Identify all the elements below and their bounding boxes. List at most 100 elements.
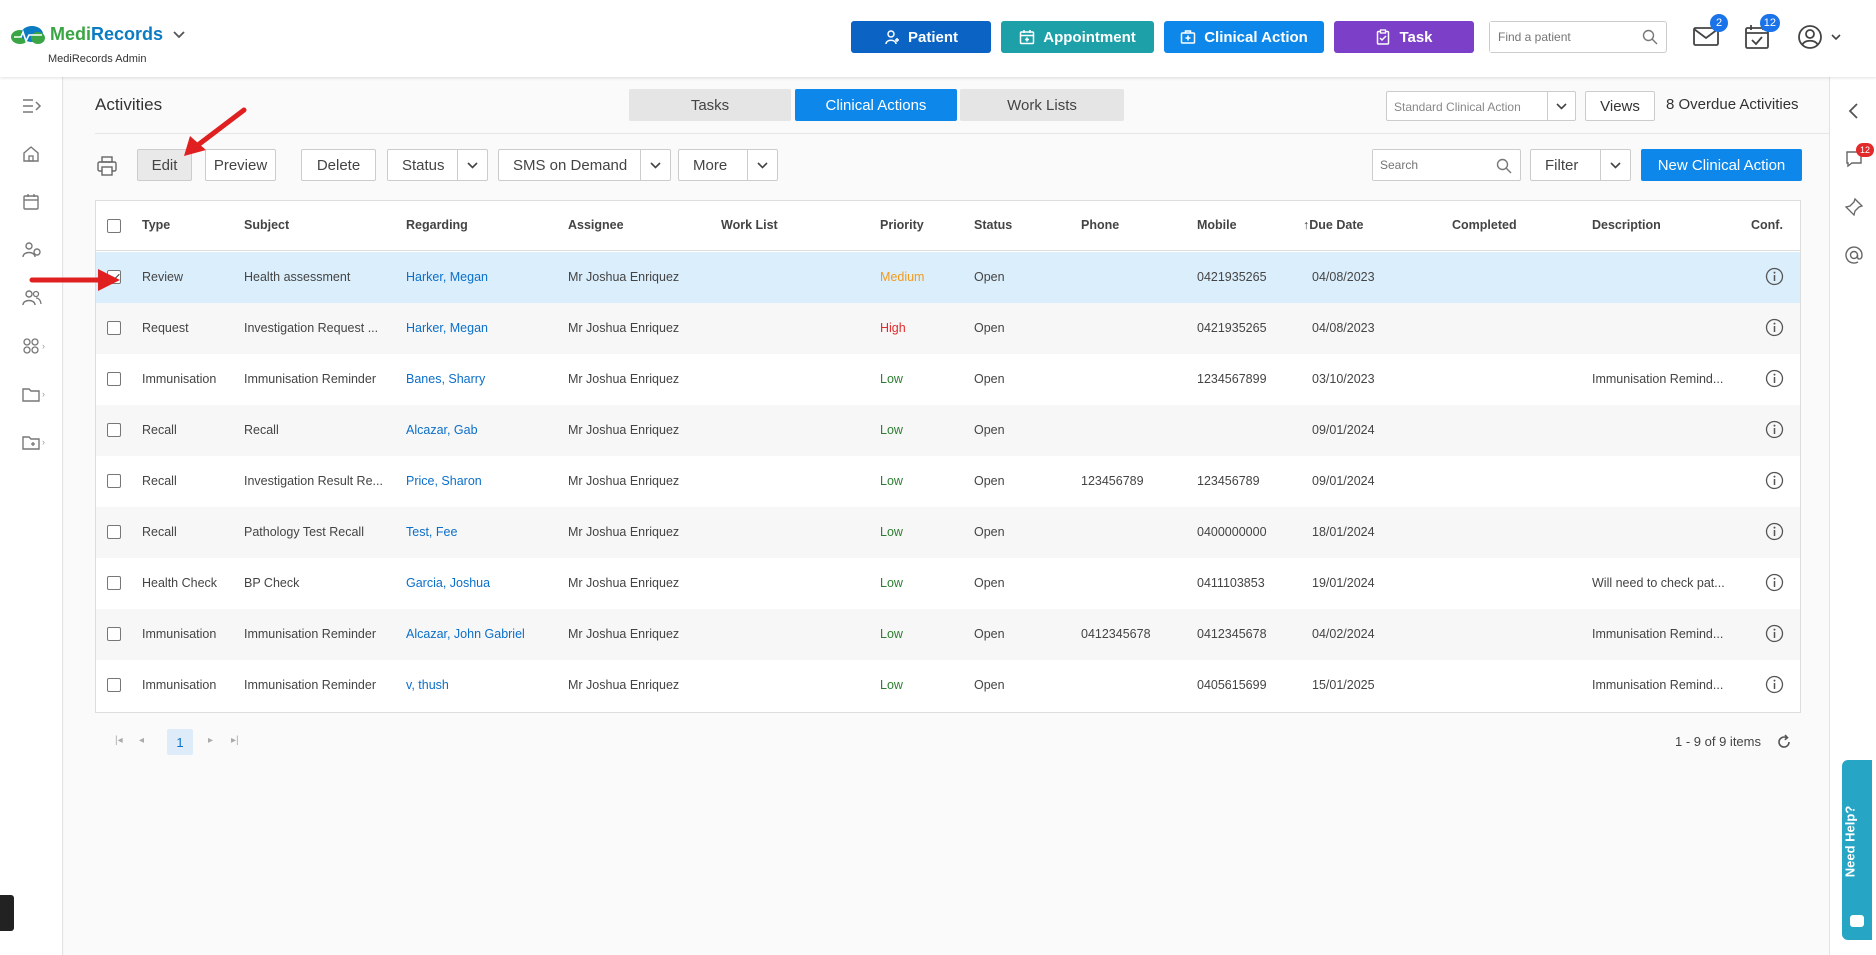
find-patient-input[interactable]	[1490, 22, 1630, 52]
col-status[interactable]: Status	[974, 218, 1012, 232]
app-logo[interactable]: MediRecords	[10, 24, 185, 45]
col-priority[interactable]: Priority	[880, 218, 924, 232]
collapse-panel-icon[interactable]	[1844, 101, 1866, 123]
print-icon[interactable]	[96, 155, 118, 177]
calendar-tasks-button[interactable]: 12	[1744, 14, 1780, 54]
row-checkbox[interactable]	[107, 423, 121, 437]
cell-regarding[interactable]: Harker, Megan	[406, 321, 488, 335]
chevron-down-icon[interactable]	[1547, 92, 1575, 120]
info-icon[interactable]	[1765, 522, 1784, 541]
table-row[interactable]: Health Check BP Check Garcia, Joshua Mr Jos…	[96, 558, 1800, 609]
row-checkbox[interactable]	[107, 525, 121, 539]
select-all-checkbox[interactable]	[107, 219, 121, 233]
row-checkbox[interactable]	[107, 321, 121, 335]
table-row[interactable]: Request Investigation Request ... Harker, …	[96, 303, 1800, 354]
need-help-button[interactable]: Need Help?	[1842, 760, 1872, 940]
expand-sidebar-icon[interactable]	[22, 95, 50, 117]
new-task-button[interactable]: Task	[1334, 21, 1474, 53]
tab-tasks[interactable]: Tasks	[629, 89, 791, 121]
info-icon[interactable]	[1765, 624, 1784, 643]
row-checkbox[interactable]	[107, 678, 121, 692]
chevron-down-icon[interactable]	[457, 150, 487, 180]
col-type[interactable]: Type	[142, 218, 170, 232]
find-patient-field[interactable]	[1489, 21, 1667, 53]
views-button[interactable]: Views	[1585, 91, 1655, 121]
user-menu-button[interactable]	[1797, 24, 1843, 54]
info-icon[interactable]	[1765, 675, 1784, 694]
info-icon[interactable]	[1765, 267, 1784, 286]
info-icon[interactable]	[1765, 369, 1784, 388]
more-dropdown[interactable]: More	[678, 149, 778, 181]
clinical-icon[interactable]	[22, 239, 50, 261]
first-page-icon[interactable]: |◂	[115, 735, 123, 746]
table-row[interactable]: Recall Pathology Test Recall Test, Fee Mr J…	[96, 507, 1800, 558]
filter-dropdown[interactable]: Filter	[1530, 149, 1631, 181]
col-completed[interactable]: Completed	[1452, 218, 1517, 232]
new-appointment-button[interactable]: Appointment	[1001, 21, 1154, 53]
view-type-select[interactable]: Standard Clinical Action	[1386, 91, 1576, 121]
modules-icon[interactable]: ›	[22, 335, 50, 357]
new-clinical-action-button[interactable]: Clinical Action	[1164, 21, 1324, 53]
row-checkbox[interactable]	[107, 576, 121, 590]
cell-regarding[interactable]: Test, Fee	[406, 525, 457, 539]
grid-search-input[interactable]	[1373, 150, 1483, 180]
info-icon[interactable]	[1765, 318, 1784, 337]
chevron-down-icon[interactable]	[640, 150, 670, 180]
refresh-icon[interactable]	[1775, 733, 1793, 751]
table-row[interactable]: Review Health assessment Harker, Megan Mr J…	[96, 252, 1800, 303]
chevron-down-icon[interactable]	[1600, 150, 1630, 180]
search-icon[interactable]	[1642, 29, 1658, 48]
table-row[interactable]: Immunisation Immunisation Reminder v, thus…	[96, 660, 1800, 711]
info-icon[interactable]	[1765, 420, 1784, 439]
current-page[interactable]: 1	[167, 729, 193, 755]
chevron-down-icon[interactable]	[747, 150, 777, 180]
overdue-count[interactable]: 8 Overdue Activities	[1666, 96, 1799, 113]
search-icon[interactable]	[1496, 158, 1512, 177]
tab-work-lists[interactable]: Work Lists	[960, 89, 1124, 121]
table-row[interactable]: Recall Investigation Result Re... Price, S…	[96, 456, 1800, 507]
cell-regarding[interactable]: Alcazar, Gab	[406, 423, 478, 437]
home-icon[interactable]	[22, 143, 50, 165]
mention-icon[interactable]	[1844, 245, 1866, 267]
row-checkbox[interactable]	[107, 474, 121, 488]
col-regarding[interactable]: Regarding	[406, 218, 468, 232]
cell-regarding[interactable]: Harker, Megan	[406, 270, 488, 284]
table-row[interactable]: Immunisation Immunisation Reminder Alcazar…	[96, 609, 1800, 660]
row-checkbox[interactable]	[107, 372, 121, 386]
table-row[interactable]: Immunisation Immunisation Reminder Banes, …	[96, 354, 1800, 405]
grid-search-field[interactable]	[1372, 149, 1521, 181]
delete-button[interactable]: Delete	[301, 149, 376, 181]
cell-regarding[interactable]: v, thush	[406, 678, 449, 692]
calendar-icon[interactable]	[22, 191, 50, 213]
status-dropdown[interactable]: Status	[387, 149, 488, 181]
pin-icon[interactable]	[1844, 197, 1866, 219]
info-icon[interactable]	[1765, 573, 1784, 592]
col-due-date[interactable]: ↑Due Date	[1303, 218, 1363, 232]
row-checkbox[interactable]	[107, 627, 121, 641]
col-subject[interactable]: Subject	[244, 218, 289, 232]
col-mobile[interactable]: Mobile	[1197, 218, 1237, 232]
prev-page-icon[interactable]: ◂	[139, 735, 144, 746]
last-page-icon[interactable]: ▸|	[231, 735, 239, 746]
col-work-list[interactable]: Work List	[721, 218, 778, 232]
col-description[interactable]: Description	[1592, 218, 1661, 232]
table-row[interactable]: Recall Recall Alcazar, Gab Mr Joshua Enriqu…	[96, 405, 1800, 456]
cell-regarding[interactable]: Alcazar, John Gabriel	[406, 627, 525, 641]
cell-regarding[interactable]: Banes, Sharry	[406, 372, 485, 386]
chevron-down-icon[interactable]	[173, 28, 185, 42]
folder-tree-icon[interactable]: ›	[22, 431, 50, 453]
info-icon[interactable]	[1765, 471, 1784, 490]
tab-clinical-actions[interactable]: Clinical Actions	[795, 89, 957, 121]
next-page-icon[interactable]: ▸	[208, 735, 213, 746]
messages-button[interactable]: 2	[1692, 14, 1728, 54]
new-clinical-action-button[interactable]: New Clinical Action	[1641, 149, 1802, 181]
sms-on-demand-dropdown[interactable]: SMS on Demand	[498, 149, 671, 181]
folder-icon[interactable]: ›	[22, 383, 50, 405]
col-conf[interactable]: Conf.	[1751, 218, 1783, 232]
col-phone[interactable]: Phone	[1081, 218, 1119, 232]
cell-regarding[interactable]: Garcia, Joshua	[406, 576, 490, 590]
side-drawer-tab[interactable]	[0, 895, 14, 931]
new-patient-button[interactable]: Patient	[851, 21, 991, 53]
chat-icon[interactable]: 12	[1844, 143, 1874, 171]
cell-regarding[interactable]: Price, Sharon	[406, 474, 482, 488]
